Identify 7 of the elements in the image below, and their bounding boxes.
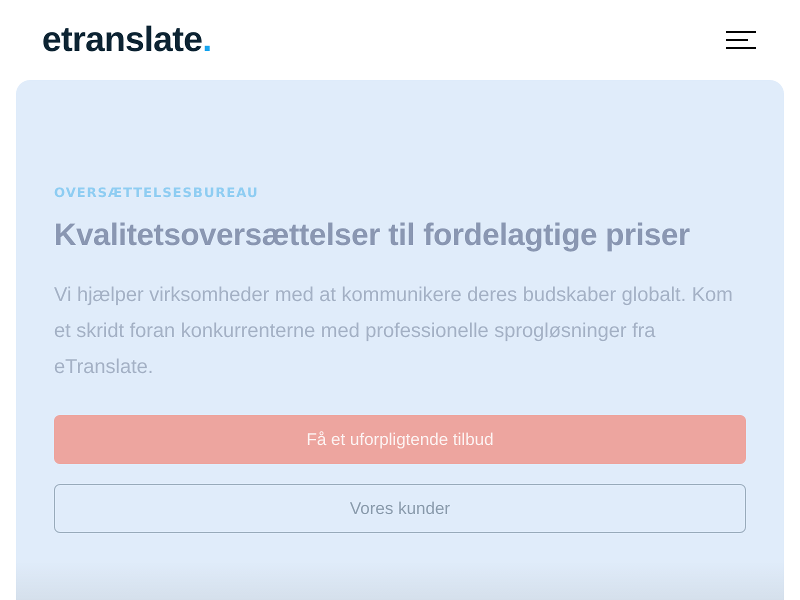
hero-title: Kvalitetsoversættelser til fordelagtige priser — [54, 217, 691, 253]
hero-description: Vi hjælper virksomheder med at kommunikere deres budskaber globalt. Kom et skridt foran konkurrenterne med professionelle sprogløsninger fra eTranslate. — [54, 283, 734, 380]
eyebrow-text: OVERSÆTTELSESBUREAU — [54, 186, 260, 201]
quote-button[interactable]: Få et uforpligtende tilbud — [54, 415, 746, 464]
logo[interactable]: etranslate. — [42, 20, 212, 60]
menu-button[interactable] — [726, 31, 756, 49]
customers-button[interactable]: Vores kunder — [54, 484, 746, 533]
